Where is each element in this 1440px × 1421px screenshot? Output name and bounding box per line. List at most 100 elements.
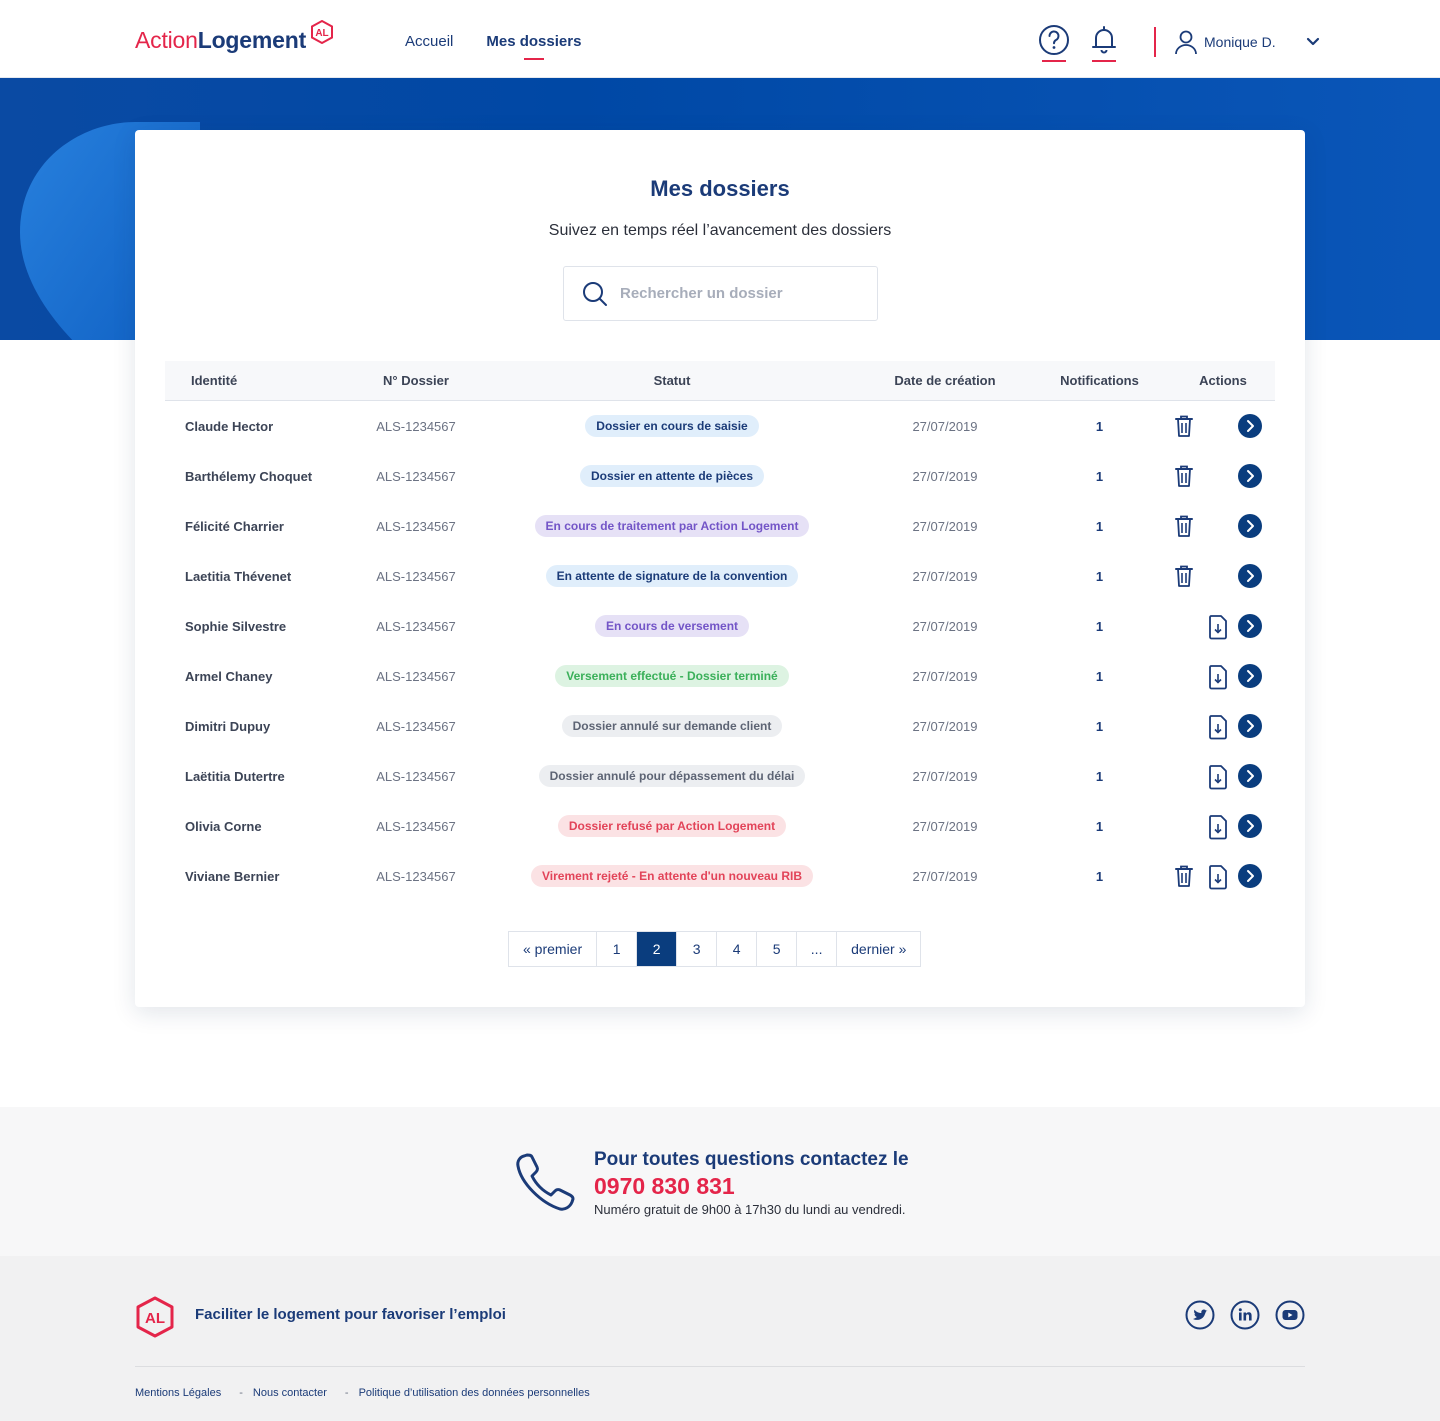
user-menu[interactable]: Monique D. [1174, 22, 1320, 62]
table-row[interactable]: Sophie Silvestre ALS-1234567 En cours de v… [165, 601, 1275, 651]
cell-date: 27/07/2019 [912, 868, 978, 884]
page-title: Mes dossiers [650, 176, 790, 201]
cell-notifications: 1 [1095, 768, 1104, 784]
cell-number: ALS-1234567 [376, 768, 456, 784]
status-badge: Dossier annulé sur demande client [561, 715, 783, 737]
cell-date: 27/07/2019 [912, 768, 978, 784]
cell-identity: Olivia Corne [185, 818, 262, 834]
search-input[interactable] [620, 285, 860, 302]
nav-mes-dossiers[interactable]: Mes dossiers [486, 30, 581, 60]
trash-icon[interactable] [1173, 414, 1195, 441]
status-badge: Versement effectué - Dossier terminé [555, 665, 789, 687]
chevron-right-icon[interactable] [1238, 864, 1262, 891]
page-1[interactable]: 1 [597, 932, 638, 966]
user-icon [1175, 30, 1197, 55]
download-file-icon[interactable] [1207, 614, 1229, 643]
cell-identity: Viviane Bernier [185, 868, 280, 884]
cell-actions [1171, 701, 1275, 751]
table-row[interactable]: Barthélemy Choquet ALS-1234567 Dossier en … [165, 451, 1275, 501]
download-file-icon[interactable] [1207, 664, 1229, 693]
chevron-right-icon[interactable] [1238, 564, 1262, 591]
page-last[interactable]: dernier » [837, 932, 920, 966]
cell-identity: Laëtitia Dutertre [185, 768, 285, 784]
status-badge: Virement rejeté - En attente d'un nouvea… [530, 865, 813, 887]
link-politique-donnees[interactable]: Politique d’utilisation des données pers… [359, 1387, 590, 1399]
link-nous-contacter[interactable]: Nous contacter [253, 1387, 327, 1399]
logo-text-action: Action [135, 27, 198, 53]
cell-notifications: 1 [1095, 818, 1104, 834]
twitter-icon[interactable] [1185, 1300, 1215, 1330]
nav-accueil[interactable]: Accueil [405, 30, 453, 60]
footer-divider [135, 1366, 1305, 1367]
col-status: Statut [653, 373, 691, 388]
action-logement-logo[interactable]: ActionLogement AL [135, 20, 334, 60]
cell-identity: Claude Hector [185, 418, 274, 434]
trash-icon[interactable] [1173, 514, 1195, 541]
trash-icon[interactable] [1173, 564, 1195, 591]
col-identity: Identité [191, 373, 238, 388]
bell-icon [1092, 26, 1116, 54]
chevron-right-icon[interactable] [1238, 664, 1262, 691]
contact-phone[interactable]: 0970 830 831 [594, 1173, 735, 1200]
page-4[interactable]: 4 [717, 932, 758, 966]
cell-actions [1171, 851, 1275, 901]
chevron-right-icon[interactable] [1238, 714, 1262, 741]
trash-icon[interactable] [1173, 864, 1195, 891]
youtube-icon[interactable] [1275, 1300, 1305, 1330]
cell-status: En attente de signature de la convention [482, 565, 862, 587]
al-footer-logo-icon: AL [136, 1296, 174, 1338]
page-5[interactable]: 5 [757, 932, 798, 966]
footer-link-separator: - [239, 1387, 243, 1399]
chevron-right-icon[interactable] [1238, 614, 1262, 641]
cell-actions [1171, 801, 1275, 851]
chevron-right-icon[interactable] [1238, 414, 1262, 441]
linkedin-icon[interactable] [1230, 1300, 1260, 1330]
status-badge: Dossier refusé par Action Logement [557, 815, 787, 837]
cell-notifications: 1 [1095, 668, 1104, 684]
page-first[interactable]: « premier [509, 932, 598, 966]
footer-links: Mentions Légales - Nous contacter - Poli… [135, 1387, 590, 1399]
table-row[interactable]: Laëtitia Dutertre ALS-1234567 Dossier annu… [165, 751, 1275, 801]
table-row[interactable]: Dimitri Dupuy ALS-1234567 Dossier annulé s… [165, 701, 1275, 751]
table-row[interactable]: Viviane Bernier ALS-1234567 Virement rejet… [165, 851, 1275, 901]
cell-actions [1171, 551, 1275, 601]
cell-notifications: 1 [1095, 618, 1104, 634]
table-row[interactable]: Laetitia Thévenet ALS-1234567 En attente d… [165, 551, 1275, 601]
download-file-icon[interactable] [1207, 864, 1229, 893]
page-subtitle: Suivez en temps réel l’avancement des do… [548, 222, 892, 239]
cell-date: 27/07/2019 [912, 568, 978, 584]
link-mentions-legales[interactable]: Mentions Légales [135, 1387, 221, 1399]
page-3[interactable]: 3 [677, 932, 718, 966]
download-file-icon[interactable] [1207, 814, 1229, 843]
cell-number: ALS-1234567 [376, 618, 456, 634]
chevron-right-icon[interactable] [1238, 814, 1262, 841]
cell-actions [1171, 651, 1275, 701]
page-ellipsis[interactable]: ... [797, 932, 838, 966]
cell-notifications: 1 [1095, 718, 1104, 734]
table-row[interactable]: Armel Chaney ALS-1234567 Versement effectu… [165, 651, 1275, 701]
cell-date: 27/07/2019 [912, 468, 978, 484]
search-icon [583, 281, 607, 306]
cell-identity: Laetitia Thévenet [185, 568, 292, 584]
download-file-icon[interactable] [1207, 764, 1229, 793]
table-row[interactable]: Félicité Charrier ALS-1234567 En cours de … [165, 501, 1275, 551]
chevron-right-icon[interactable] [1238, 464, 1262, 491]
table-row[interactable]: Claude Hector ALS-1234567 Dossier en cours… [165, 401, 1275, 451]
trash-icon[interactable] [1173, 464, 1195, 491]
notifications-button[interactable] [1087, 22, 1121, 62]
cell-identity: Félicité Charrier [185, 518, 284, 534]
help-button[interactable] [1037, 22, 1071, 62]
chevron-right-icon[interactable] [1238, 514, 1262, 541]
status-badge: Dossier en cours de saisie [585, 415, 759, 437]
cell-number: ALS-1234567 [376, 568, 456, 584]
svg-text:AL: AL [315, 28, 328, 39]
cell-notifications: 1 [1095, 418, 1104, 434]
cell-date: 27/07/2019 [912, 818, 978, 834]
chevron-down-icon[interactable] [1306, 37, 1320, 47]
chevron-right-icon[interactable] [1238, 764, 1262, 791]
cell-number: ALS-1234567 [376, 718, 456, 734]
search-box [563, 266, 878, 321]
download-file-icon[interactable] [1207, 714, 1229, 743]
table-row[interactable]: Olivia Corne ALS-1234567 Dossier refusé pa… [165, 801, 1275, 851]
page-2[interactable]: 2 [637, 932, 678, 966]
